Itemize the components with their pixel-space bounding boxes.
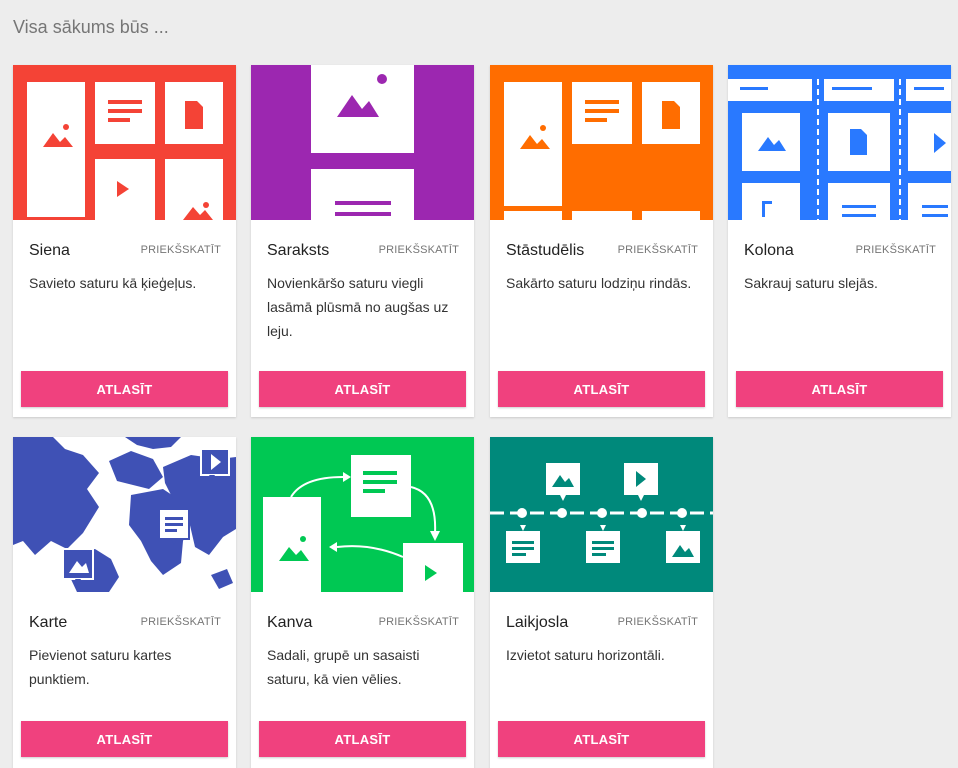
select-button[interactable]: ATLASĪT xyxy=(736,371,943,407)
preview-link[interactable]: PRIEKŠSKATĪT xyxy=(379,616,459,628)
preview-link[interactable]: PRIEKŠSKATĪT xyxy=(141,616,221,628)
layout-card-siena: Siena PRIEKŠSKATĪT Savieto saturu kā ķie… xyxy=(13,65,236,417)
preview-link[interactable]: PRIEKŠSKATĪT xyxy=(141,244,221,256)
columns-layout-icon[interactable] xyxy=(728,65,951,220)
select-button[interactable]: ATLASĪT xyxy=(498,721,705,757)
card-description: Sakārto saturu lodziņu rindās. xyxy=(506,275,692,291)
canvas-layout-icon[interactable] xyxy=(251,437,474,592)
card-title: Karte xyxy=(29,614,68,631)
card-description: Sadali, grupē un sasaisti saturu, kā vie… xyxy=(267,647,420,687)
select-button[interactable]: ATLASĪT xyxy=(21,721,228,757)
select-button[interactable]: ATLASĪT xyxy=(21,371,228,407)
card-description: Pievienot saturu kartes punktiem. xyxy=(29,647,172,687)
preview-link[interactable]: PRIEKŠSKATĪT xyxy=(379,244,459,256)
layout-card-stastudelis: Stāstudēlis PRIEKŠSKATĪT Sakārto saturu … xyxy=(490,65,713,417)
card-title: Laikjosla xyxy=(506,614,569,631)
card-title: Kolona xyxy=(744,242,794,259)
layout-card-karte: Karte PRIEKŠSKATĪT Pievienot saturu kart… xyxy=(13,437,236,768)
card-title: Stāstudēlis xyxy=(506,242,585,259)
layout-card-laikjosla: Laikjosla PRIEKŠSKATĪT Izvietot saturu h… xyxy=(490,437,713,768)
card-description: Savieto saturu kā ķieģeļus. xyxy=(29,275,197,291)
timeline-layout-icon[interactable] xyxy=(490,437,713,592)
grid-layout-icon[interactable] xyxy=(490,65,713,220)
map-layout-icon[interactable] xyxy=(13,437,236,592)
card-title: Kanva xyxy=(267,614,313,631)
layout-card-kolona: Kolona PRIEKŠSKATĪT Sakrauj saturu slejā… xyxy=(728,65,951,417)
card-title: Siena xyxy=(29,242,70,259)
preview-link[interactable]: PRIEKŠSKATĪT xyxy=(618,244,698,256)
stream-layout-icon[interactable] xyxy=(251,65,474,220)
select-button[interactable]: ATLASĪT xyxy=(259,371,466,407)
page-heading: Visa sākums būs ... xyxy=(13,17,169,37)
select-button[interactable]: ATLASĪT xyxy=(259,721,466,757)
card-description: Novienkāršo saturu viegli lasāmā plūsmā … xyxy=(267,275,449,339)
layout-card-kanva: Kanva PRIEKŠSKATĪT Sadali, grupē un sasa… xyxy=(251,437,474,768)
card-description: Sakrauj saturu slejās. xyxy=(744,275,878,291)
select-button[interactable]: ATLASĪT xyxy=(498,371,705,407)
preview-link[interactable]: PRIEKŠSKATĪT xyxy=(618,616,698,628)
wall-layout-icon[interactable] xyxy=(13,65,236,220)
preview-link[interactable]: PRIEKŠSKATĪT xyxy=(856,244,936,256)
layout-card-saraksts: Saraksts PRIEKŠSKATĪT Novienkāršo saturu… xyxy=(251,65,474,417)
card-title: Saraksts xyxy=(267,242,330,259)
card-description: Izvietot saturu horizontāli. xyxy=(506,647,665,663)
